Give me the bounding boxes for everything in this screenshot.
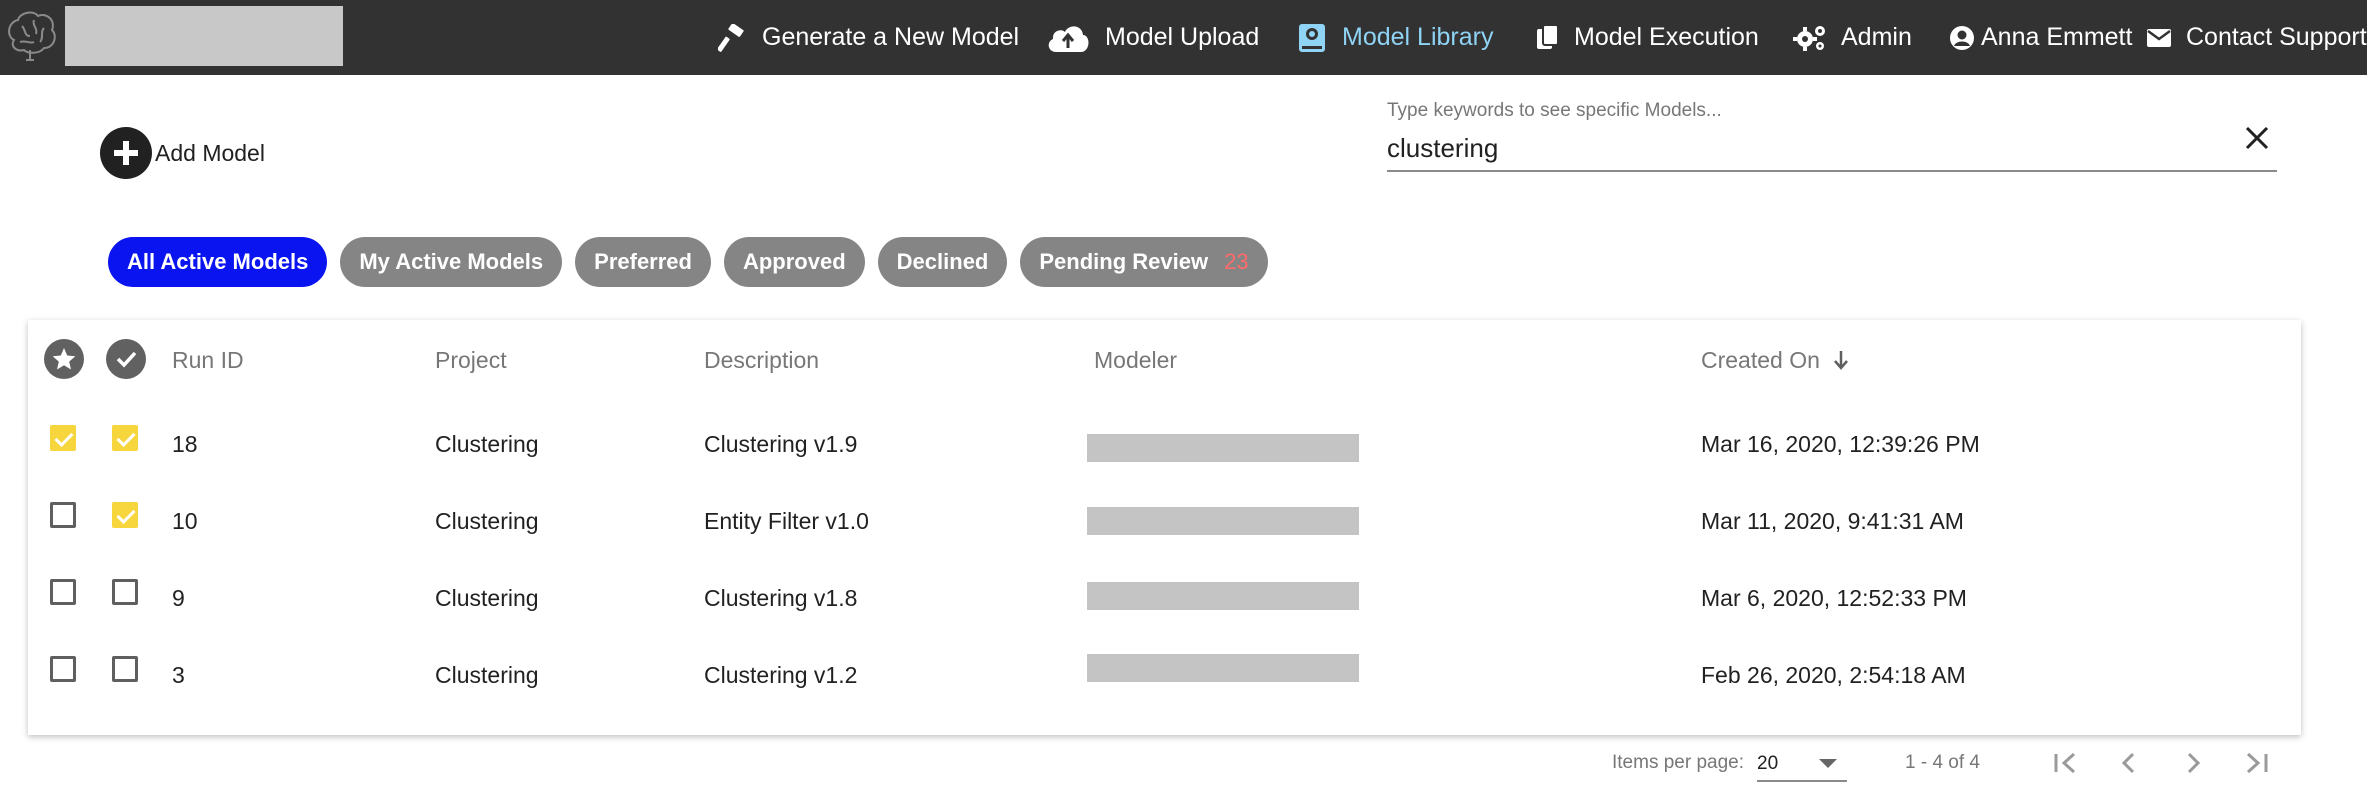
nav-model-library[interactable]: Model Library (1296, 0, 1493, 75)
row-approved-checkbox[interactable] (112, 656, 138, 682)
cell-created-on: Mar 6, 2020, 12:52:33 PM (1701, 585, 1967, 611)
last-page-icon[interactable] (2240, 746, 2274, 780)
gears-icon (1793, 23, 1827, 53)
check-circle-icon[interactable] (106, 339, 146, 379)
row-approved-checkbox[interactable] (112, 425, 138, 451)
add-model-label: Add Model (155, 139, 265, 166)
first-page-icon[interactable] (2048, 746, 2082, 780)
row-approved-checkbox[interactable] (112, 579, 138, 605)
chip-preferred[interactable]: Preferred (575, 237, 711, 287)
items-per-page-select[interactable]: 20 (1757, 744, 1847, 782)
cell-modeler-redacted (1087, 654, 1359, 682)
chip-all-active-models[interactable]: All Active Models (108, 237, 328, 287)
search-label: Type keywords to see specific Models... (1387, 100, 1722, 121)
cell-description: Clustering v1.2 (704, 662, 858, 688)
nav-model-upload-label: Model Upload (1105, 23, 1260, 51)
top-navbar: Generate a New Model Model Upload Model … (0, 0, 2367, 75)
nav-contact-support-label: Contact Support (2186, 23, 2367, 51)
search-field: Type keywords to see specific Models... (1387, 96, 2277, 172)
copy-icon (1536, 23, 1560, 52)
cell-modeler-redacted (1087, 434, 1359, 462)
nav-user-name: Anna Emmett (1981, 23, 2133, 51)
chip-approved[interactable]: Approved (723, 237, 865, 287)
chip-label: Pending Review (1039, 249, 1209, 274)
row-preferred-checkbox[interactable] (50, 579, 76, 605)
next-page-icon[interactable] (2176, 746, 2210, 780)
cell-modeler-redacted (1087, 582, 1359, 610)
previous-page-icon[interactable] (2112, 746, 2146, 780)
nav-admin-label: Admin (1841, 23, 1912, 51)
header-project[interactable]: Project (435, 347, 507, 374)
cell-run-id: 9 (172, 585, 185, 611)
nav-user-menu[interactable]: Anna Emmett (1949, 0, 2132, 75)
nav-contact-support[interactable]: Contact Support (2146, 0, 2367, 75)
book-icon (1296, 22, 1328, 54)
chevron-down-icon (1819, 759, 1837, 768)
row-approved-checkbox[interactable] (112, 502, 138, 528)
nav-model-execution[interactable]: Model Execution (1536, 0, 1759, 75)
cell-modeler-redacted (1087, 507, 1359, 535)
items-per-page-value: 20 (1757, 753, 1779, 774)
nav-model-library-label: Model Library (1342, 23, 1494, 51)
cell-created-on: Feb 26, 2020, 2:54:18 AM (1701, 662, 1966, 688)
close-icon[interactable] (2241, 122, 2273, 154)
pagination-range: 1 - 4 of 4 (1905, 752, 1980, 773)
cell-project: Clustering (435, 585, 539, 611)
chip-pending-review[interactable]: Pending Review 23 (1020, 237, 1268, 287)
nav-admin[interactable]: Admin (1793, 0, 1912, 75)
row-preferred-checkbox[interactable] (50, 502, 76, 528)
cell-created-on: Mar 16, 2020, 12:39:26 PM (1701, 431, 1980, 457)
cell-run-id: 3 (172, 662, 185, 688)
header-created-on[interactable]: Created On (1701, 347, 1850, 374)
row-preferred-checkbox[interactable] (50, 425, 76, 451)
items-per-page-label: Items per page: (1612, 752, 1745, 773)
models-table: Run ID Project Description Modeler Creat… (28, 320, 2301, 735)
chip-label: My Active Models (359, 249, 544, 274)
cell-run-id: 10 (172, 508, 198, 534)
cell-project: Clustering (435, 508, 539, 534)
filter-chips: All Active Models My Active Models Prefe… (108, 237, 1281, 287)
search-input[interactable] (1387, 130, 2207, 166)
star-icon[interactable] (44, 339, 84, 379)
nav-model-upload[interactable]: Model Upload (1045, 0, 1259, 75)
envelope-icon (2146, 27, 2172, 49)
brain-logo-icon[interactable] (4, 6, 60, 66)
cell-description: Clustering v1.8 (704, 585, 858, 611)
nav-generate-model[interactable]: Generate a New Model (718, 0, 1019, 75)
chip-label: Declined (896, 249, 989, 274)
header-description[interactable]: Description (704, 347, 819, 374)
header-modeler[interactable]: Modeler (1094, 347, 1177, 374)
add-model-button[interactable]: Add Model (100, 127, 265, 179)
brand-name-redacted (65, 6, 343, 66)
nav-generate-model-label: Generate a New Model (762, 23, 1020, 51)
cell-created-on: Mar 11, 2020, 9:41:31 AM (1701, 508, 1964, 534)
chip-declined[interactable]: Declined (877, 237, 1008, 287)
header-created-on-label: Created On (1701, 347, 1820, 373)
pending-count-badge: 23 (1224, 249, 1249, 274)
header-run-id[interactable]: Run ID (172, 347, 244, 374)
hammer-icon (718, 23, 748, 52)
add-circle-icon (100, 127, 152, 179)
chip-label: All Active Models (127, 249, 309, 274)
cloud-upload-icon (1045, 22, 1091, 54)
cell-description: Entity Filter v1.0 (704, 508, 869, 534)
cell-project: Clustering (435, 662, 539, 688)
nav-model-execution-label: Model Execution (1574, 23, 1759, 51)
sort-descending-icon (1834, 351, 1849, 370)
cell-run-id: 18 (172, 431, 198, 457)
chip-label: Approved (742, 249, 846, 274)
cell-project: Clustering (435, 431, 539, 457)
user-circle-icon (1949, 25, 1975, 51)
row-preferred-checkbox[interactable] (50, 656, 76, 682)
cell-description: Clustering v1.9 (704, 431, 858, 457)
chip-my-active-models[interactable]: My Active Models (340, 237, 563, 287)
chip-label: Preferred (594, 249, 692, 274)
